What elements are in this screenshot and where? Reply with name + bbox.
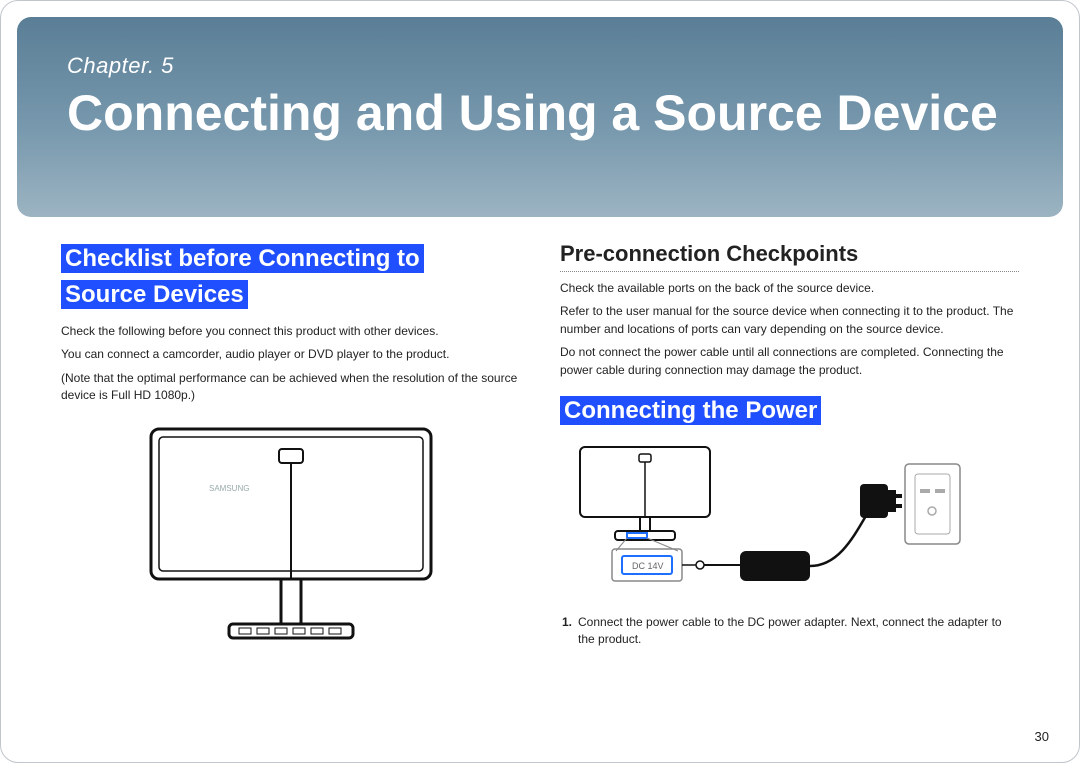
power-steps-list: 1. Connect the power cable to the DC pow… [560, 614, 1019, 649]
preconnection-p3: Do not connect the power cable until all… [560, 344, 1019, 379]
preconnection-p1: Check the available ports on the back of… [560, 280, 1019, 297]
checklist-p3: (Note that the optimal performance can b… [61, 370, 520, 405]
manual-page: Chapter. 5 Connecting and Using a Source… [0, 0, 1080, 763]
preconnection-p2: Refer to the user manual for the source … [560, 303, 1019, 338]
heading-connecting-power-text: Connecting the Power [560, 396, 821, 425]
checklist-p1: Check the following before you connect t… [61, 323, 520, 340]
chapter-hero: Chapter. 5 Connecting and Using a Source… [17, 17, 1063, 217]
left-column: Checklist before Connecting to Source De… [61, 241, 520, 732]
page-number: 30 [1035, 729, 1049, 744]
heading-connecting-power: Connecting the Power [560, 393, 1019, 429]
monitor-rear-illustration-icon: SAMSUNG [131, 419, 451, 649]
power-connection-illustration-icon: DC 14V [560, 439, 980, 604]
heading-checklist-line2: Source Devices [61, 280, 248, 309]
power-step-1-text: Connect the power cable to the DC power … [578, 614, 1019, 649]
chapter-label: Chapter. 5 [67, 53, 1013, 79]
checklist-p2: You can connect a camcorder, audio playe… [61, 346, 520, 363]
figure-monitor-rear: SAMSUNG [131, 419, 451, 649]
power-step-1-number: 1. [562, 614, 572, 649]
power-step-1: 1. Connect the power cable to the DC pow… [562, 614, 1019, 649]
right-column: Pre-connection Checkpoints Check the ava… [560, 241, 1019, 732]
heading-checklist-line1: Checklist before Connecting to [61, 244, 424, 273]
divider [560, 271, 1019, 272]
figure-power-connection: DC 14V [560, 439, 980, 604]
dc-label-text: DC 14V [632, 561, 664, 571]
heading-checklist: Checklist before Connecting to Source De… [61, 241, 520, 313]
chapter-title: Connecting and Using a Source Device [67, 87, 1013, 140]
svg-text:SAMSUNG: SAMSUNG [209, 484, 249, 493]
page-body: Checklist before Connecting to Source De… [61, 241, 1019, 732]
heading-preconnection: Pre-connection Checkpoints [560, 241, 1019, 267]
